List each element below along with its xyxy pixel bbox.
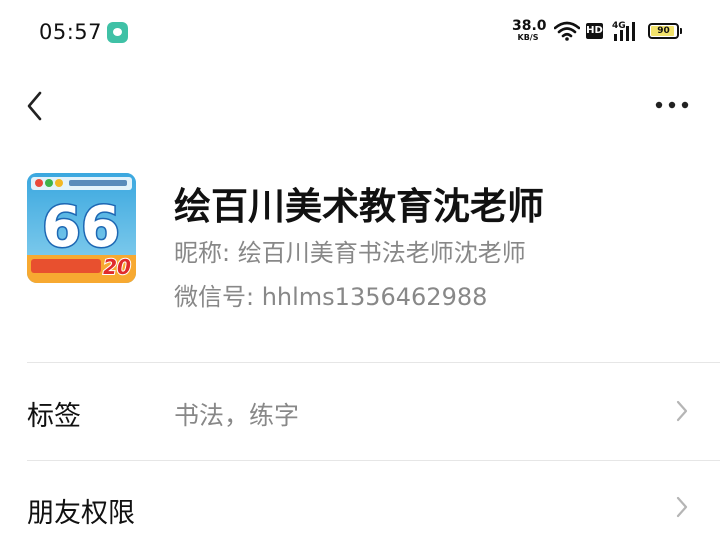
avatar[interactable]: 66 20 (27, 173, 136, 283)
battery-icon: 90 (648, 23, 682, 39)
contact-display-name: 绘百川美术教育沈老师 (174, 185, 544, 228)
network-speed-unit: KB/S (517, 33, 539, 42)
battery-level: 90 (657, 26, 670, 36)
contact-wechat-id: 微信号: hhlms1356462988 (174, 283, 488, 311)
row-label: 朋友权限 (27, 498, 135, 529)
row-tags[interactable]: 标签 书法，练字 (0, 363, 720, 461)
avatar-banner-number: 20 (103, 255, 131, 279)
chat-app-icon (107, 22, 128, 43)
status-time: 05:57 (39, 20, 103, 44)
wifi-icon (554, 21, 580, 41)
row-friend-permissions[interactable]: 朋友权限 (0, 461, 720, 559)
row-label: 标签 (27, 401, 81, 432)
avatar-image: 66 20 (27, 173, 136, 283)
row-value: 书法，练字 (174, 401, 300, 430)
more-dots-icon[interactable] (654, 98, 690, 112)
chevron-right-icon (676, 496, 688, 518)
hd-badge: HD (586, 23, 603, 39)
contact-nickname: 昵称: 绘百川美育书法老师沈老师 (174, 239, 526, 267)
status-bar: 05:57 38.0 KB/S HD 4G 90 (0, 0, 720, 64)
network-speed-value: 38.0 (512, 18, 547, 34)
chevron-left-icon[interactable] (24, 88, 48, 124)
chevron-right-icon (676, 400, 688, 422)
network-type-label: 4G (612, 21, 626, 31)
cellular-signal-icon: 4G (612, 21, 635, 41)
network-speed: 38.0 KB/S (512, 18, 547, 42)
avatar-text: 66 (42, 195, 120, 260)
